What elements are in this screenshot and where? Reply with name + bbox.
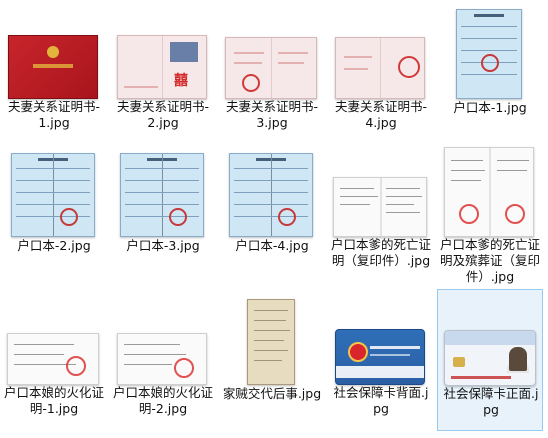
social-security-card-back-thumbnail [335, 329, 425, 385]
marriage-cert-photo-thumbnail: 囍 [117, 35, 207, 99]
hukou-page-thumbnail [11, 153, 95, 237]
file-tile[interactable]: 社会保障卡背面.jpg [328, 289, 434, 431]
file-tile[interactable]: 户口本娘的火化证明-2.jpg [110, 289, 216, 431]
file-name: 家贼交代后事.jpg [222, 386, 322, 401]
file-name: 户口本爹的死亡证明及殡葬证（复印件）.jpg [439, 237, 540, 284]
file-tile[interactable]: 夫妻关系证明书-1.jpg [1, 3, 107, 145]
file-tile[interactable]: 夫妻关系证明书-4.jpg [328, 3, 434, 145]
file-name: 社会保障卡背面.jpg [333, 385, 429, 416]
file-tile[interactable]: 户口本-2.jpg [1, 141, 107, 283]
hukou-page-thumbnail [120, 153, 204, 237]
hukou-page-thumbnail [229, 153, 313, 237]
file-name: 夫妻关系证明书-3.jpg [225, 99, 318, 130]
file-name: 社会保障卡正面.jpg [443, 386, 539, 417]
file-tile-selected[interactable]: 社会保障卡正面.jpg [437, 289, 543, 431]
file-tile[interactable]: 户口本-4.jpg [219, 141, 325, 283]
file-name: 户口本娘的火化证明-1.jpg [3, 385, 104, 416]
file-name: 夫妻关系证明书-1.jpg [7, 99, 100, 130]
file-tile[interactable]: 户口本爹的死亡证明（复印件）.jpg [328, 141, 434, 283]
file-name: 户口本娘的火化证明-2.jpg [112, 385, 213, 416]
death-certificate-copy-thumbnail [333, 177, 427, 237]
hukou-page-thumbnail [456, 9, 522, 99]
file-tile[interactable]: 夫妻关系证明书-3.jpg [219, 3, 325, 145]
death-and-funeral-certificate-copy-thumbnail [444, 147, 534, 237]
file-tile[interactable]: 家贼交代后事.jpg [219, 289, 325, 431]
file-name: 夫妻关系证明书-4.jpg [334, 99, 427, 130]
file-name: 夫妻关系证明书-2.jpg [116, 99, 209, 130]
file-tile[interactable]: 囍 夫妻关系证明书-2.jpg [110, 3, 216, 145]
file-tile[interactable]: 户口本-1.jpg [437, 3, 543, 145]
cremation-certificate-thumbnail [117, 333, 207, 385]
marriage-cert-stamp-thumbnail [335, 37, 425, 99]
social-security-card-front-thumbnail [444, 330, 536, 386]
file-tile[interactable]: 户口本娘的火化证明-1.jpg [1, 289, 107, 431]
file-name: 户口本-2.jpg [17, 238, 91, 253]
file-tile[interactable]: 户口本爹的死亡证明及殡葬证（复印件）.jpg [437, 141, 543, 284]
file-name: 户口本-3.jpg [126, 238, 200, 253]
file-name: 户口本-1.jpg [453, 100, 527, 115]
marriage-cert-page-thumbnail [225, 37, 317, 99]
marriage-cert-cover-thumbnail [8, 35, 98, 99]
file-grid: 夫妻关系证明书-1.jpg 囍 夫妻关系证明书-2.jpg 夫妻关系证明书-3.… [0, 0, 548, 438]
cremation-certificate-thumbnail [7, 333, 99, 385]
handwritten-letter-thumbnail [247, 299, 295, 385]
file-name: 户口本-4.jpg [235, 238, 309, 253]
file-tile[interactable]: 户口本-3.jpg [110, 141, 216, 283]
file-name: 户口本爹的死亡证明（复印件）.jpg [330, 237, 431, 268]
